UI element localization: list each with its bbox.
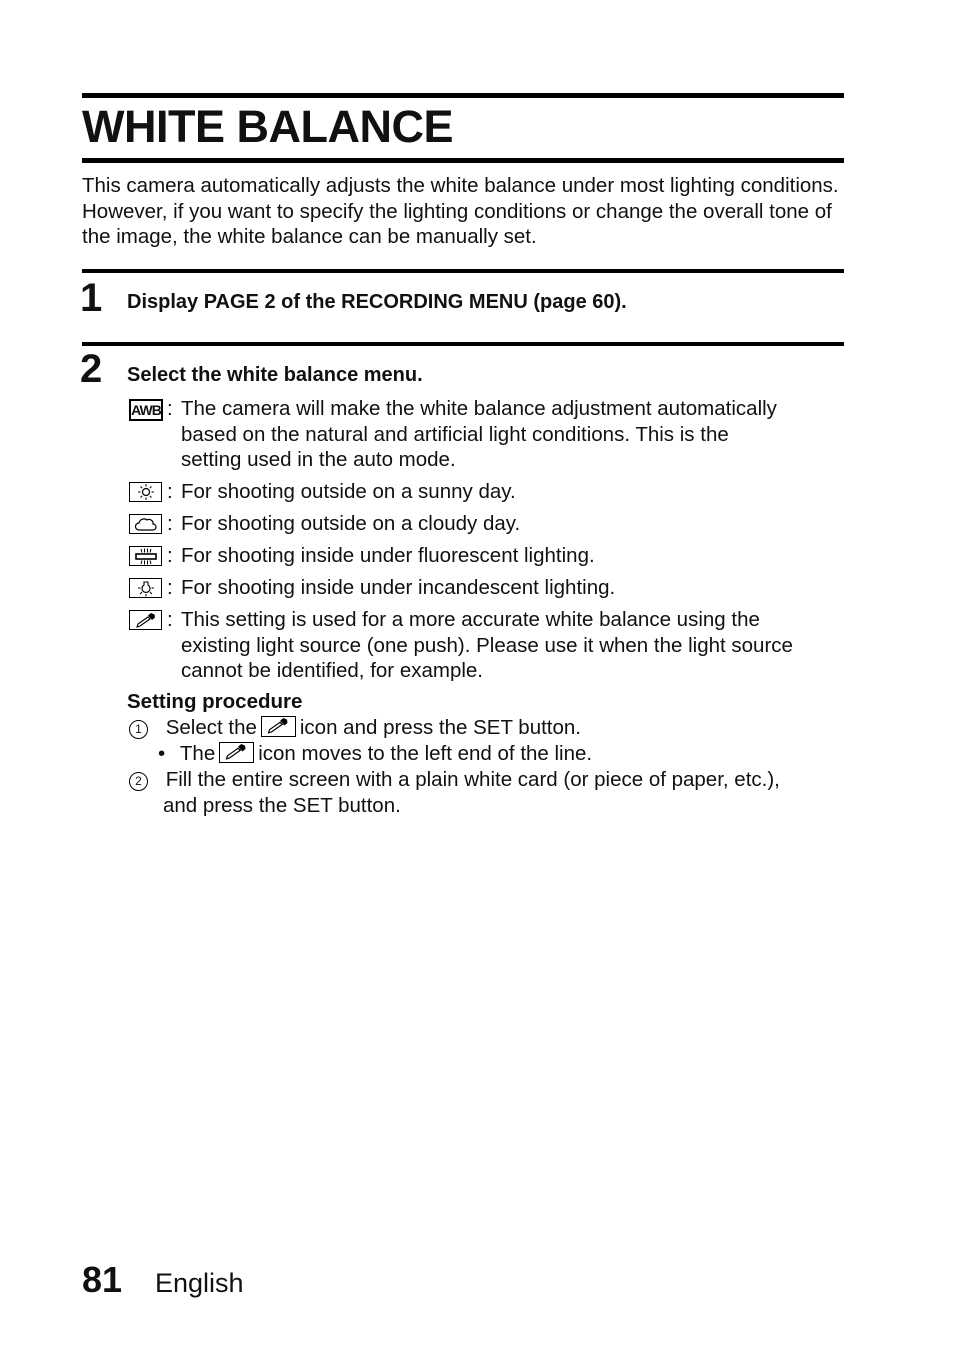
procedure-step-2-line2: and press the SET button. xyxy=(163,794,401,817)
option-colon: : xyxy=(167,576,173,599)
step-1-text: Display PAGE 2 of the RECORDING MENU (pa… xyxy=(127,291,627,313)
page-title: WHITE BALANCE xyxy=(82,101,453,152)
procedure-step-1-after: icon and press the SET button. xyxy=(299,716,581,739)
option-description: For shooting outside on a cloudy day. xyxy=(181,511,846,537)
fluorescent-icon xyxy=(129,546,162,566)
language-label: English xyxy=(155,1268,244,1298)
procedure-bullet-before: The xyxy=(179,742,216,765)
procedure-step-2-line1: Fill the entire screen with a plain whit… xyxy=(165,768,780,791)
awb-icon: AWB xyxy=(129,399,163,421)
cloudy-icon xyxy=(129,514,162,534)
option-line: The camera will make the white balance a… xyxy=(181,397,777,420)
option-line: cannot be identified, for example. xyxy=(181,659,483,682)
option-description: This setting is used for a more accurate… xyxy=(181,607,846,684)
option-colon: : xyxy=(167,480,173,503)
step-2-number: 2 xyxy=(80,347,103,391)
option-colon: : xyxy=(167,608,173,631)
option-line: For shooting inside under incandescent l… xyxy=(181,576,616,599)
option-line: For shooting outside on a cloudy day. xyxy=(181,512,521,535)
option-line: For shooting inside under fluorescent li… xyxy=(181,544,595,567)
option-description: For shooting inside under incandescent l… xyxy=(181,575,846,601)
step-1-number: 1 xyxy=(80,276,103,320)
one-push-eyedropper-icon xyxy=(219,742,255,763)
option-description: For shooting inside under fluorescent li… xyxy=(181,543,846,569)
step-1-rule xyxy=(82,269,844,273)
incandescent-icon xyxy=(129,578,162,598)
option-line: setting used in the auto mode. xyxy=(181,448,456,471)
procedure-bullet-after: icon moves to the left end of the line. xyxy=(258,742,593,765)
option-description: The camera will make the white balance a… xyxy=(181,396,846,473)
step-marker-1: 1 xyxy=(129,720,148,739)
option-colon: : xyxy=(167,397,173,420)
option-line: based on the natural and artificial ligh… xyxy=(181,422,729,446)
option-line: For shooting outside on a sunny day. xyxy=(181,480,516,503)
page-number: 81 xyxy=(82,1259,123,1300)
procedure-step-2: 2 Fill the entire screen with a plain wh… xyxy=(129,767,780,793)
procedure-heading: Setting procedure xyxy=(127,690,303,713)
step-2-text: Select the white balance menu. xyxy=(127,364,423,386)
bullet-marker: • xyxy=(158,742,166,765)
option-description: For shooting outside on a sunny day. xyxy=(181,479,846,505)
sunny-icon xyxy=(129,482,162,502)
option-line: existing light source (one push). Please… xyxy=(181,633,793,657)
option-colon: : xyxy=(167,544,173,567)
option-line: This setting is used for a more accurate… xyxy=(181,608,760,631)
option-colon: : xyxy=(167,512,173,535)
step-2-rule xyxy=(82,342,844,346)
one-push-eyedropper-icon xyxy=(129,610,162,630)
step-marker-2: 2 xyxy=(129,772,148,791)
title-bottom-rule xyxy=(82,158,844,163)
title-top-rule xyxy=(82,93,844,98)
procedure-bullet: • The icon moves to the left end of the l… xyxy=(158,741,592,767)
one-push-eyedropper-icon xyxy=(260,716,296,737)
procedure-step-1: 1 Select the icon and press the SET butto… xyxy=(129,715,581,741)
procedure-step-1-before: Select the xyxy=(165,716,257,739)
intro-paragraph: This camera automatically adjusts the wh… xyxy=(82,174,839,248)
